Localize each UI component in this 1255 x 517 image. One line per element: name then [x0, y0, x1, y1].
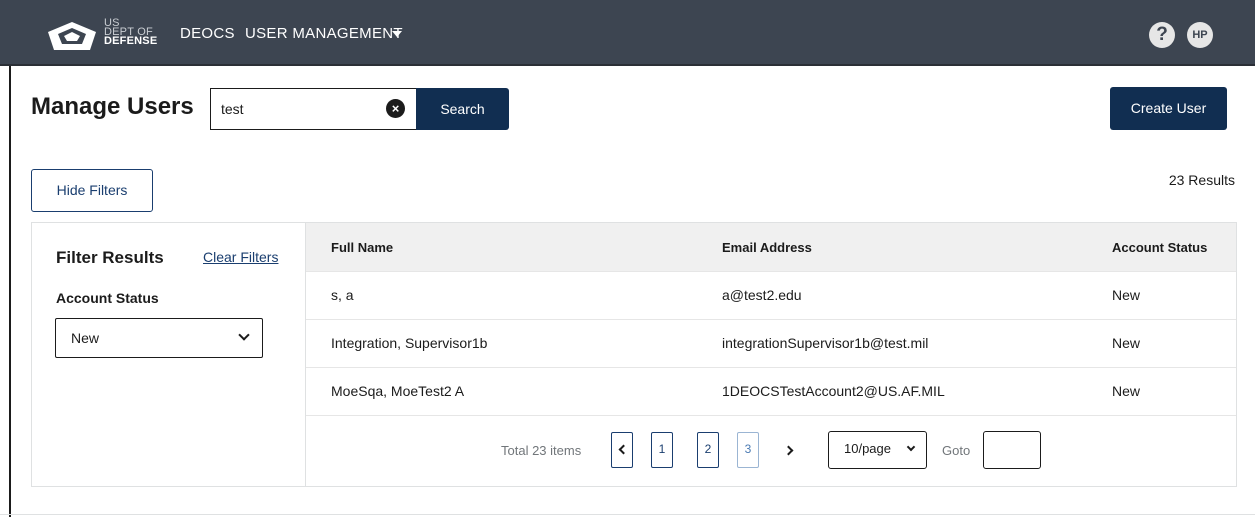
table-row[interactable]: MoeSqa, MoeTest2 A 1DEOCSTestAccount2@US… — [306, 367, 1236, 415]
hide-filters-button[interactable]: Hide Filters — [31, 169, 153, 212]
nav-deocs-link[interactable]: DEOCS — [180, 25, 235, 42]
nav-user-management-menu[interactable]: USER MANAGEMENT — [245, 25, 403, 42]
help-icon[interactable]: ? — [1149, 22, 1175, 48]
cell-email: a@test2.edu — [722, 287, 802, 303]
prev-page-button[interactable] — [611, 432, 633, 468]
cell-account-status: New — [1112, 383, 1141, 399]
logo-text: US DEPT OF DEFENSE — [104, 18, 158, 47]
cell-account-status: New — [1112, 287, 1141, 303]
search-button[interactable]: Search — [416, 88, 509, 130]
table-row[interactable]: Integration, Supervisor1b integrationSup… — [306, 319, 1236, 367]
cell-email: 1DEOCSTestAccount2@US.AF.MIL — [722, 383, 945, 399]
page-1-button[interactable]: 1 — [651, 432, 673, 468]
top-nav-bar: US DEPT OF DEFENSE DEOCS USER MANAGEMENT… — [0, 0, 1255, 66]
column-header-full-name[interactable]: Full Name — [331, 240, 393, 255]
cell-email: integrationSupervisor1b@test.mil — [722, 335, 929, 351]
filter-title: Filter Results — [56, 248, 164, 267]
search-input[interactable] — [221, 99, 371, 119]
chevron-down-icon — [906, 442, 916, 452]
close-circle-icon[interactable]: × — [386, 99, 405, 118]
user-avatar[interactable]: HP — [1187, 22, 1213, 48]
logo-line-defense: DEFENSE — [104, 35, 158, 47]
page-size-value: 10/page — [844, 441, 891, 456]
page-left-border — [9, 66, 11, 517]
account-status-select[interactable]: New — [55, 318, 263, 358]
table-header: Full Name Email Address Account Status — [306, 223, 1236, 271]
page-3-button[interactable]: 3 — [737, 432, 759, 468]
pagination: Total 23 items 1 2 3 10/page Goto — [306, 415, 1236, 486]
page-size-select[interactable]: 10/page — [828, 431, 927, 469]
goto-label: Goto — [942, 443, 971, 458]
page-2-button[interactable]: 2 — [697, 432, 719, 468]
create-user-button[interactable]: Create User — [1110, 87, 1227, 130]
account-status-label: Account Status — [56, 290, 159, 306]
chevron-right-icon — [783, 445, 794, 456]
caret-down-icon[interactable] — [392, 31, 402, 37]
cell-full-name: MoeSqa, MoeTest2 A — [331, 383, 465, 399]
chevron-left-icon — [618, 444, 629, 455]
search-field[interactable]: × — [210, 88, 416, 130]
results-panel: Filter Results Clear Filters Account Sta… — [31, 222, 1237, 487]
account-status-value: New — [71, 330, 100, 346]
cell-full-name: Integration, Supervisor1b — [331, 335, 488, 351]
total-items-label: Total 23 items — [501, 443, 582, 458]
page-bottom-divider — [0, 514, 1255, 515]
table-row[interactable]: s, a a@test2.edu New — [306, 271, 1236, 319]
chevron-down-icon — [238, 329, 250, 341]
column-header-email[interactable]: Email Address — [722, 240, 812, 255]
users-table: Full Name Email Address Account Status s… — [306, 223, 1236, 486]
filter-panel: Filter Results Clear Filters Account Sta… — [32, 223, 306, 486]
next-page-button[interactable] — [779, 432, 801, 468]
page-title: Manage Users — [31, 93, 194, 120]
cell-full-name: s, a — [331, 287, 354, 303]
pentagon-logo-icon[interactable] — [44, 20, 100, 52]
cell-account-status: New — [1112, 335, 1141, 351]
results-count: 23 Results — [1168, 172, 1235, 188]
column-header-account-status[interactable]: Account Status — [1112, 240, 1207, 255]
goto-page-input[interactable] — [983, 431, 1041, 469]
clear-filters-link[interactable]: Clear Filters — [203, 249, 278, 265]
